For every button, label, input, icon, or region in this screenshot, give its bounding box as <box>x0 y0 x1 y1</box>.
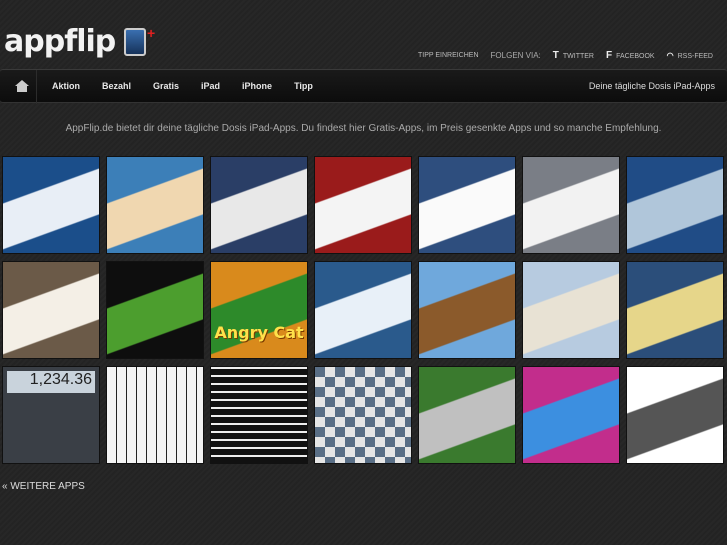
app-tile-news-2[interactable] <box>210 156 308 254</box>
app-tile-angry-cat[interactable]: Angry Cat <box>210 261 308 359</box>
app-tile-calculator[interactable]: 1,234.36 <box>2 366 100 464</box>
twitter-link[interactable]: t TWITTER <box>553 50 594 61</box>
more-apps-link[interactable]: « WEITERE APPS <box>2 481 85 492</box>
nav-divider <box>36 70 37 104</box>
angry-cat-title: Angry Cat <box>214 323 304 342</box>
calculator-display: 1,234.36 <box>7 371 95 393</box>
nav-item-tipp[interactable]: Tipp <box>294 81 313 91</box>
nav-item-aktion[interactable]: Aktion <box>52 81 80 91</box>
app-tile-settings[interactable] <box>522 156 620 254</box>
app-tile-text-doc[interactable] <box>626 366 724 464</box>
nav-item-iphone[interactable]: iPhone <box>242 81 272 91</box>
tip-link[interactable]: TIPP EINREICHEN <box>418 52 479 59</box>
top-links: TIPP EINREICHEN FOLGEN VIA: t TWITTER f FA… <box>418 50 713 61</box>
nav-item-ipad[interactable]: iPad <box>201 81 220 91</box>
app-tile-browser[interactable] <box>314 261 412 359</box>
app-tile-map[interactable] <box>522 261 620 359</box>
facebook-icon: f <box>605 50 613 61</box>
app-tile-match-game[interactable] <box>106 261 204 359</box>
rss-icon: ◠ <box>666 51 674 60</box>
app-tile-bubbles[interactable] <box>522 366 620 464</box>
nav-item-bezahl[interactable]: Bezahl <box>102 81 131 91</box>
app-tile-maze[interactable] <box>210 366 308 464</box>
tagline: Deine tägliche Dosis iPad-Apps <box>588 81 715 91</box>
app-tile-atlas[interactable] <box>626 261 724 359</box>
twitter-icon: t <box>552 50 559 61</box>
app-tile-piano[interactable] <box>106 366 204 464</box>
app-tile-basketball[interactable] <box>418 366 516 464</box>
nav-menu: Aktion Bezahl Gratis iPad iPhone Tipp <box>52 81 335 91</box>
app-tile-racing[interactable] <box>626 156 724 254</box>
header: appflip + TIPP EINREICHEN FOLGEN VIA: tT… <box>0 0 727 68</box>
app-tile-web[interactable] <box>418 156 516 254</box>
app-tile-news-1[interactable] <box>2 156 100 254</box>
app-tile-platformer[interactable] <box>418 261 516 359</box>
facebook-link[interactable]: f FACEBOOK <box>606 50 655 61</box>
main-nav: Aktion Bezahl Gratis iPad iPhone Tipp De… <box>0 69 727 104</box>
intro-text: AppFlip.de bietet dir deine tägliche Dos… <box>65 123 662 134</box>
ipad-logo-icon <box>124 28 146 56</box>
app-tile-tv[interactable] <box>314 156 412 254</box>
nav-item-gratis[interactable]: Gratis <box>153 81 179 91</box>
follow-label: FOLGEN VIA: <box>490 51 541 60</box>
rss-link[interactable]: ◠ RSS-FEED <box>667 51 713 60</box>
logo[interactable]: appflip <box>4 24 116 59</box>
app-tile-chess[interactable] <box>314 366 412 464</box>
app-tile-cartoon[interactable] <box>106 156 204 254</box>
app-tile-notes[interactable] <box>2 261 100 359</box>
home-icon[interactable] <box>14 80 30 94</box>
plus-icon: + <box>147 25 156 41</box>
